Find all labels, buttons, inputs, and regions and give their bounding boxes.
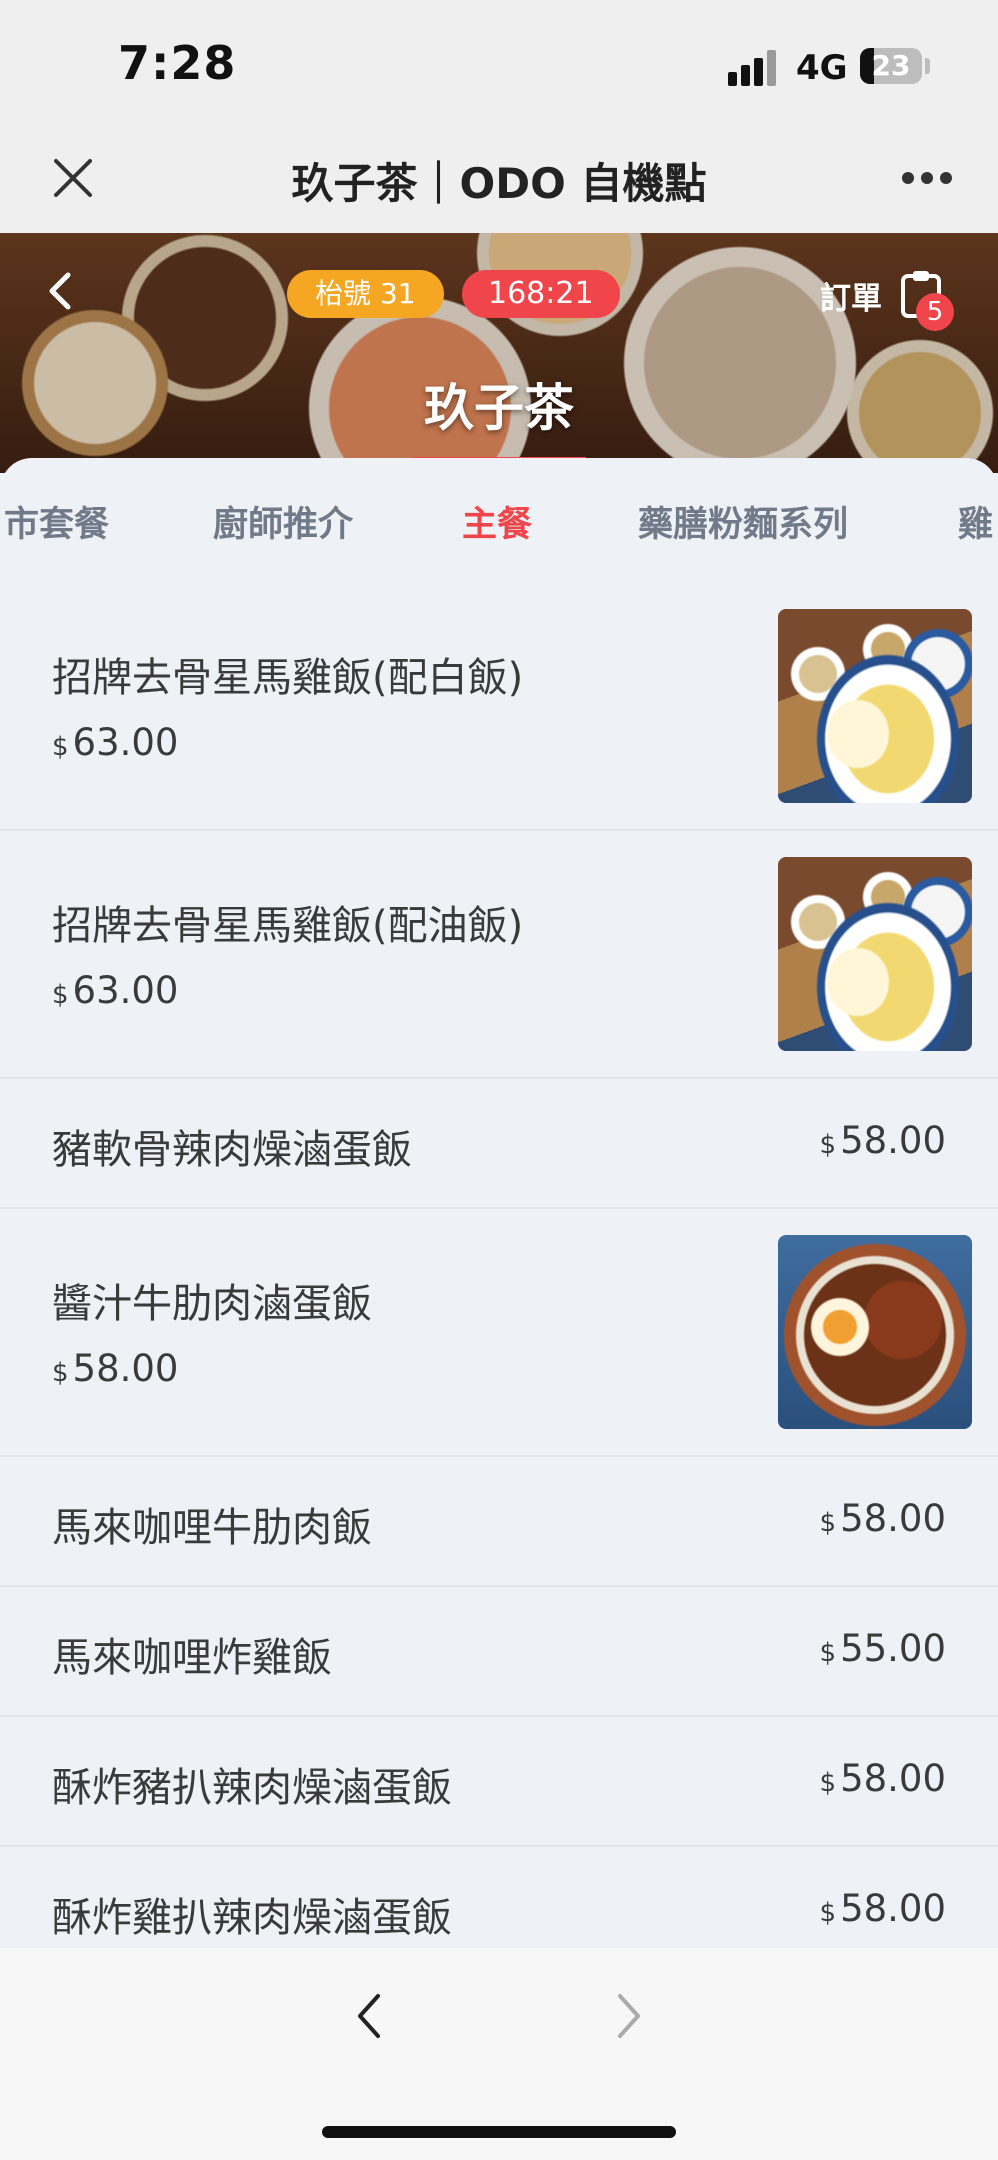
status-bar: 7:28 4G 23 [0, 0, 998, 130]
currency-symbol: $ [819, 1638, 837, 1668]
currency-symbol: $ [819, 1130, 837, 1160]
store-banner: 枱號 31 168:21 訂單 5 玖子茶 [0, 233, 998, 473]
more-dots-icon[interactable] [902, 172, 952, 186]
chevron-left-icon[interactable] [40, 269, 80, 313]
menu-item[interactable]: 招牌去骨星馬雞飯(配白飯) $63.00 [0, 583, 998, 831]
item-name: 馬來咖哩炸雞飯 [52, 1635, 332, 1681]
order-label[interactable]: 訂單 [820, 273, 882, 318]
mini-program-nav-bar: 玖子茶｜ODO 自機點 [0, 130, 998, 233]
menu-item[interactable]: 酥炸雞扒辣肉燥滷蛋飯 $58.00 [0, 1847, 998, 1948]
bottom-nav-bar [0, 1948, 998, 2160]
menu-item[interactable]: 招牌去骨星馬雞飯(配油飯) $63.00 [0, 831, 998, 1079]
network-type: 4G [796, 48, 848, 88]
dish-photo[interactable] [778, 609, 972, 803]
tab-chef-recommend[interactable]: 廚師推介 [213, 496, 353, 547]
battery-level: 23 [871, 49, 911, 82]
item-price: $63.00 [52, 721, 178, 764]
item-price: $63.00 [52, 969, 178, 1012]
tab-chicken[interactable]: 雞 [958, 496, 993, 547]
price-value: 58.00 [840, 1119, 946, 1162]
currency-symbol: $ [52, 980, 69, 1010]
price-value: 58.00 [840, 1887, 946, 1930]
item-price: $58.00 [820, 1757, 946, 1800]
currency-symbol: $ [52, 732, 69, 762]
price-value: 63.00 [72, 721, 179, 764]
item-name: 酥炸豬扒辣肉燥滷蛋飯 [52, 1765, 452, 1811]
item-price: $55.00 [820, 1627, 946, 1670]
dish-photo[interactable] [778, 1235, 972, 1429]
battery-tip [925, 58, 930, 74]
item-name: 馬來咖哩牛肋肉飯 [52, 1505, 372, 1551]
item-name: 招牌去骨星馬雞飯(配白飯) [52, 655, 524, 701]
item-name: 酥炸雞扒辣肉燥滷蛋飯 [52, 1895, 452, 1941]
item-name: 醬汁牛肋肉滷蛋飯 [52, 1281, 372, 1327]
price-value: 58.00 [72, 1347, 179, 1390]
item-price: $58.00 [820, 1887, 946, 1930]
menu-list: 招牌去骨星馬雞飯(配白飯) $63.00 招牌去骨星馬雞飯(配油飯) $63.0… [0, 583, 998, 1948]
battery-icon: 23 [860, 48, 922, 84]
status-time: 7:28 [118, 36, 237, 90]
price-value: 55.00 [840, 1627, 946, 1670]
item-price: $58.00 [820, 1497, 946, 1540]
menu-item[interactable]: 馬來咖哩炸雞飯 $55.00 [0, 1587, 998, 1717]
item-price: $58.00 [52, 1347, 178, 1390]
price-value: 58.00 [840, 1497, 946, 1540]
currency-symbol: $ [819, 1768, 837, 1798]
item-name: 招牌去骨星馬雞飯(配油飯) [52, 903, 524, 949]
table-number-badge: 枱號 31 [287, 270, 444, 318]
currency-symbol: $ [819, 1508, 837, 1538]
tab-set-meal[interactable]: 市套餐 [4, 496, 109, 547]
menu-item[interactable]: 馬來咖哩牛肋肉飯 $58.00 [0, 1457, 998, 1587]
currency-symbol: $ [52, 1358, 69, 1388]
item-price: $58.00 [820, 1119, 946, 1162]
tab-herbal-noodles[interactable]: 藥膳粉麵系列 [638, 496, 848, 547]
currency-symbol: $ [819, 1898, 837, 1928]
chevron-right-icon[interactable] [608, 1988, 648, 2044]
order-count-badge: 5 [916, 293, 954, 331]
menu-item[interactable]: 酥炸豬扒辣肉燥滷蛋飯 $58.00 [0, 1717, 998, 1847]
dish-photo[interactable] [778, 857, 972, 1051]
home-indicator[interactable] [322, 2126, 676, 2138]
cellular-signal-icon [728, 50, 780, 86]
menu-item[interactable]: 豬軟骨辣肉燥滷蛋飯 $58.00 [0, 1079, 998, 1209]
price-value: 58.00 [840, 1757, 946, 1800]
page-title: 玖子茶｜ODO 自機點 [291, 159, 707, 208]
timer-badge: 168:21 [462, 270, 620, 318]
category-tabs: 市套餐 廚師推介 主餐 藥膳粉麵系列 雞 [0, 458, 998, 585]
menu-item[interactable]: 醬汁牛肋肉滷蛋飯 $58.00 [0, 1209, 998, 1457]
tab-main-course[interactable]: 主餐 [462, 496, 532, 547]
store-name: 玖子茶 [424, 379, 574, 437]
item-name: 豬軟骨辣肉燥滷蛋飯 [52, 1127, 412, 1173]
price-value: 63.00 [72, 969, 179, 1012]
chevron-left-icon[interactable] [350, 1988, 390, 2044]
